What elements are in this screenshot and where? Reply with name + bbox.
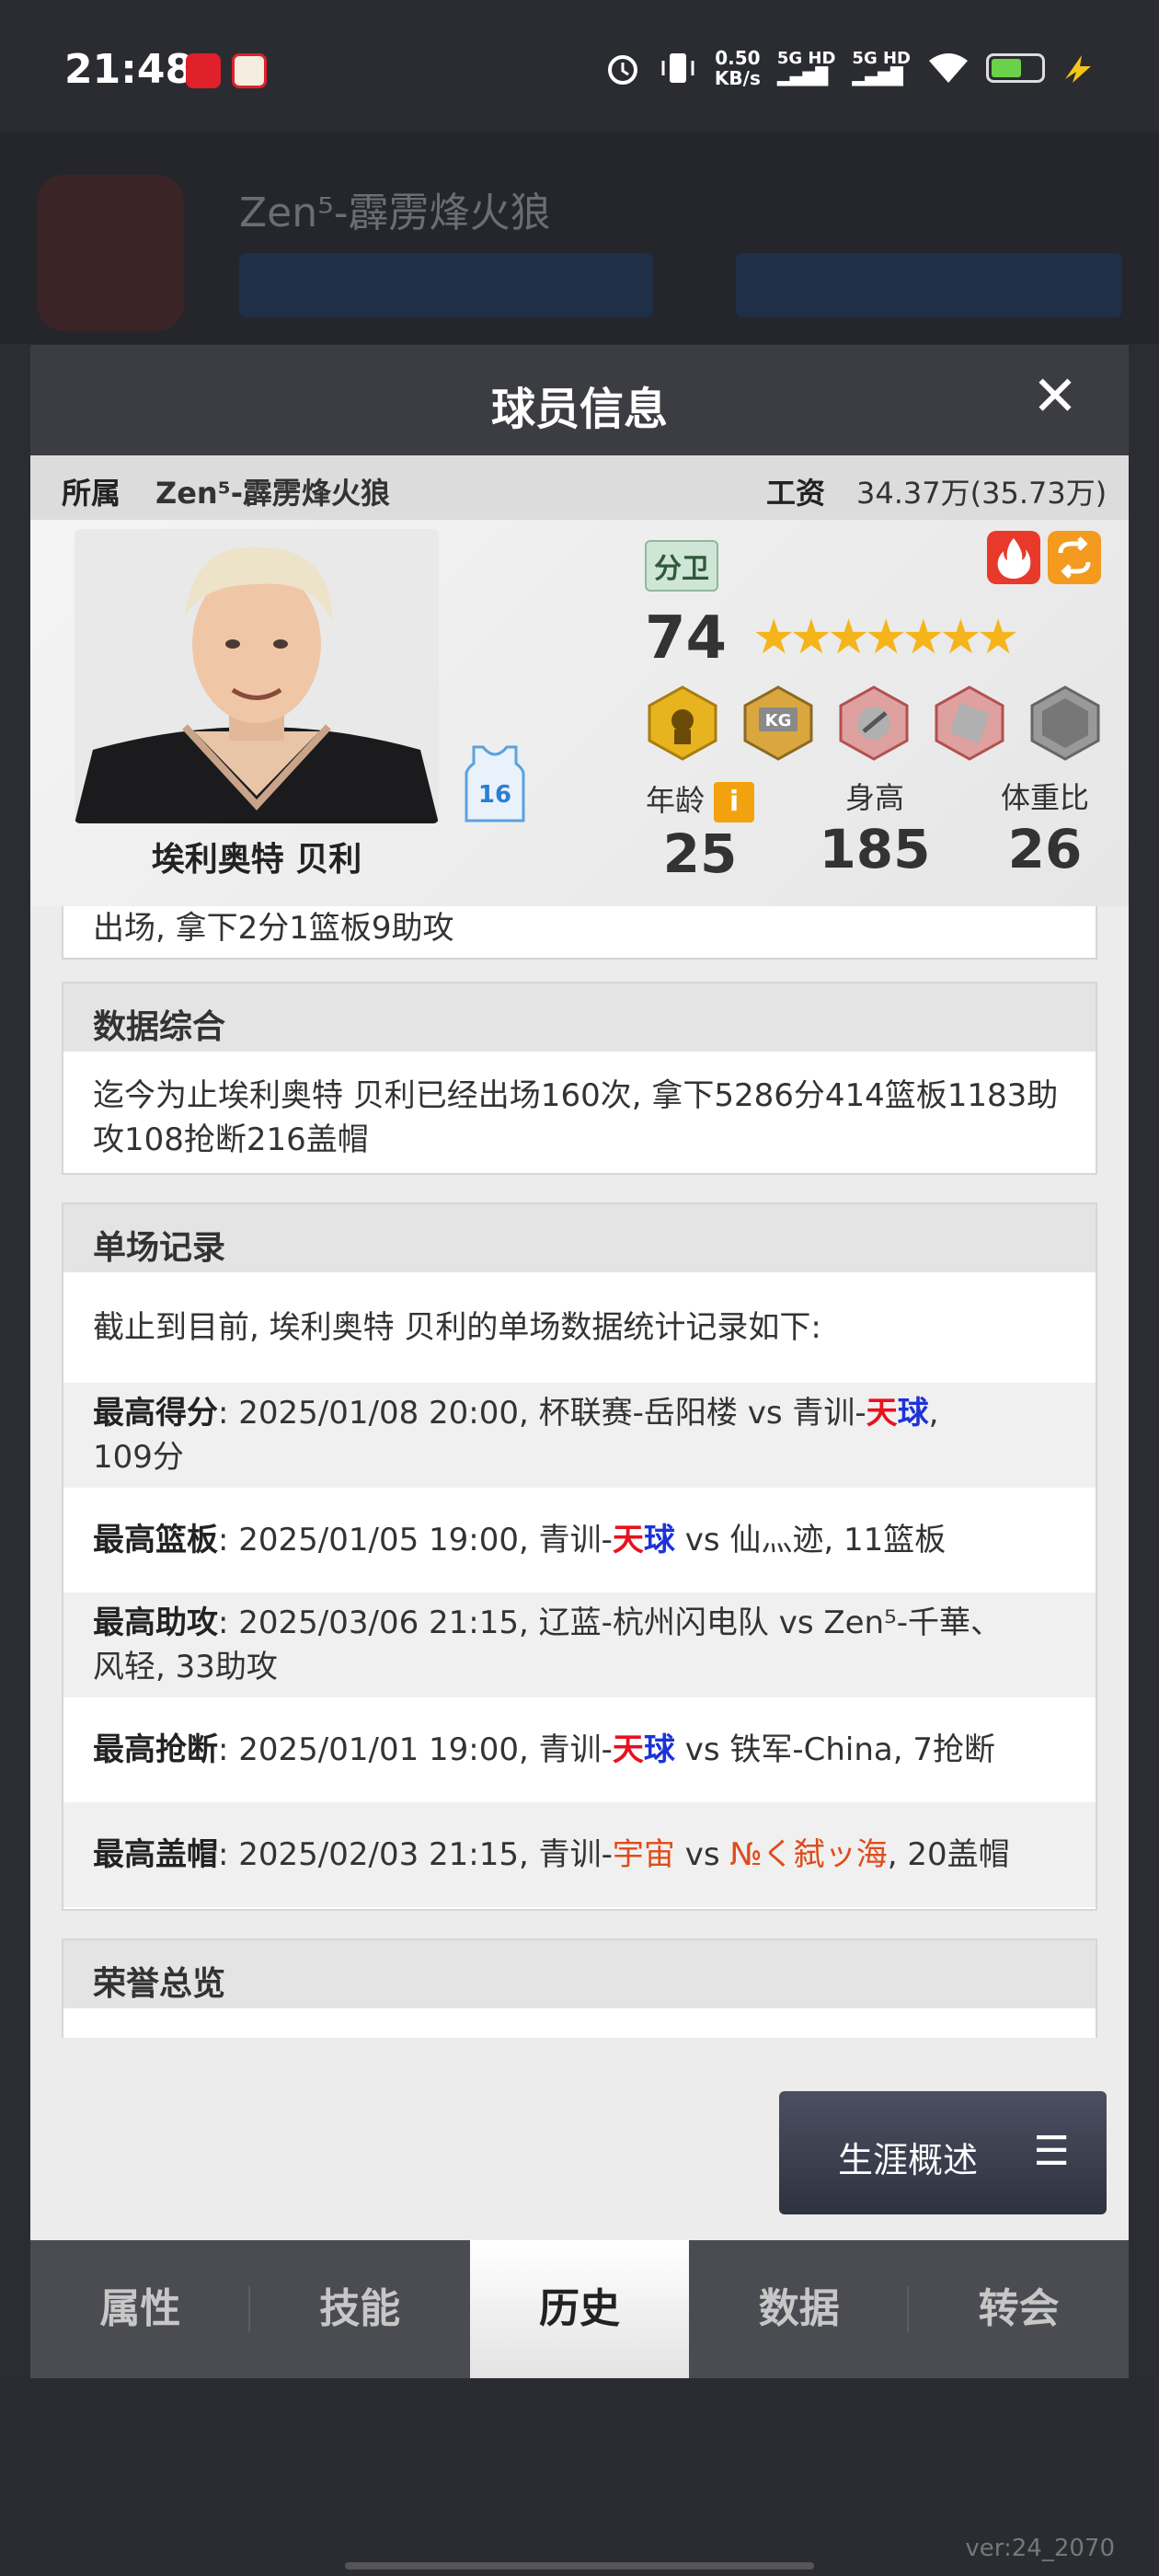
salary-value: 34.37万(35.73万) bbox=[856, 476, 1107, 511]
summary-text: 迄今为止埃利奥特 贝利已经出场160次, 拿下5286分414篮板1183助攻1… bbox=[93, 1077, 1059, 1158]
home-indicator[interactable] bbox=[345, 2562, 814, 2570]
vibrate-icon bbox=[661, 53, 694, 83]
signal-2: 5G HD ▂▄▆█ bbox=[852, 49, 911, 86]
age-label: 年龄 bbox=[645, 783, 705, 818]
record-row: 最高盖帽: 2025/02/03 21:15, 青训-宇宙 vs №く弑ッ海, … bbox=[63, 1802, 1096, 1907]
player-card: 16 埃利奥特 贝利 分卫 74 ★★★★★★★ KG 年龄 i 25 身高 1… bbox=[30, 520, 1129, 906]
skill-badge-empty-icon[interactable] bbox=[1027, 685, 1103, 761]
menu-icon: ☰ bbox=[1033, 2128, 1070, 2175]
stat-height: 身高 185 bbox=[801, 777, 948, 880]
record-row: 最高得分: 2025/01/08 20:00, 杯联赛-岳阳楼 vs 青训-天球… bbox=[63, 1383, 1096, 1488]
skill-badge-gold-icon[interactable] bbox=[645, 685, 720, 761]
skill-badge-handle-icon[interactable] bbox=[836, 685, 912, 761]
bmi-label: 体重比 bbox=[1000, 780, 1089, 815]
summary-section: 数据综合 迄今为止埃利奥特 贝利已经出场160次, 拿下5286分414篮板11… bbox=[62, 982, 1097, 1175]
skill-badge-defense-icon[interactable] bbox=[932, 685, 1007, 761]
tab-data[interactable]: 数据 bbox=[689, 2240, 910, 2378]
version-label: ver:24_2070 bbox=[965, 2535, 1115, 2562]
music-app-icon bbox=[186, 53, 221, 88]
player-stats: 年龄 i 25 身高 185 体重比 26 bbox=[626, 777, 1123, 906]
info-icon[interactable]: i bbox=[714, 782, 754, 822]
tab-transfer[interactable]: 转会 bbox=[909, 2240, 1129, 2378]
charging-icon bbox=[1065, 55, 1091, 83]
star-rating: ★★★★★★★ bbox=[752, 610, 1019, 665]
swap-icon[interactable] bbox=[1048, 531, 1101, 584]
honors-title: 荣誉总览 bbox=[63, 1940, 1096, 2008]
svg-text:KG: KG bbox=[765, 711, 792, 730]
battery-icon bbox=[986, 53, 1045, 83]
fire-icon[interactable] bbox=[987, 531, 1040, 584]
records-section: 单场记录 截止到目前, 埃利奥特 贝利的单场数据统计记录如下: 最高得分: 20… bbox=[62, 1202, 1097, 1911]
tab-history[interactable]: 历史 bbox=[469, 2240, 690, 2378]
coin-balance bbox=[239, 253, 653, 317]
records-title: 单场记录 bbox=[63, 1204, 1096, 1272]
clock: 21:48 bbox=[64, 46, 194, 93]
honors-section: 荣誉总览 bbox=[62, 1938, 1097, 2038]
record-row: 最高抢断: 2025/01/01 19:00, 青训-天球 vs 铁军-Chin… bbox=[93, 1731, 995, 1768]
career-button-label: 生涯概述 bbox=[838, 2140, 979, 2180]
signal-1: 5G HD ▂▄▆█ bbox=[776, 49, 836, 86]
wifi-icon bbox=[929, 53, 968, 83]
salary-label: 工资 bbox=[766, 476, 826, 511]
tab-bar: 属性 技能 历史 数据 转会 bbox=[30, 2240, 1129, 2378]
career-overview-button[interactable]: 生涯概述 ☰ bbox=[779, 2091, 1107, 2214]
modal-title: 球员信息 bbox=[490, 384, 668, 435]
record-row: 最高助攻: 2025/03/06 21:15, 辽蓝-杭州闪电队 vs Zen⁵… bbox=[63, 1593, 1096, 1697]
team-label: 所属 bbox=[62, 476, 121, 511]
history-scroll-area[interactable]: 出场, 拿下2分1篮板9助攻 数据综合 迄今为止埃利奥特 贝利已经出场160次,… bbox=[30, 906, 1129, 2038]
skill-badge-kg-icon[interactable]: KG bbox=[740, 685, 816, 761]
alarm-icon bbox=[607, 55, 637, 85]
skill-badges: KG bbox=[645, 685, 1103, 761]
player-info-modal: 球员信息 ✕ 所属 Zen⁵-霹雳烽火狼 工资 34.37万(35.73万) 1… bbox=[30, 345, 1129, 2378]
record-row: 最高篮板: 2025/01/05 19:00, 青训-天球 vs 仙灬迹, 11… bbox=[93, 1522, 947, 1558]
team-value: Zen⁵-霹雳烽火狼 bbox=[155, 476, 390, 511]
height-label: 身高 bbox=[844, 780, 904, 815]
bmi-value: 26 bbox=[1007, 818, 1083, 880]
height-value: 185 bbox=[819, 818, 931, 880]
jersey-icon: 16 bbox=[463, 745, 527, 822]
position-badge: 分卫 bbox=[645, 540, 718, 592]
modal-header: 球员信息 ✕ bbox=[30, 345, 1129, 455]
partial-text: 出场, 拿下2分1篮板9助攻 bbox=[93, 910, 454, 947]
player-avatar bbox=[75, 529, 439, 823]
shopping-app-icon bbox=[232, 53, 267, 88]
records-intro: 截止到目前, 埃利奥特 贝利的单场数据统计记录如下: bbox=[93, 1309, 821, 1346]
jersey-number: 16 bbox=[478, 781, 511, 809]
status-icons: 0.50 KB/s 5G HD ▂▄▆█ 5G HD ▂▄▆█ bbox=[604, 48, 1095, 88]
tab-skills[interactable]: 技能 bbox=[250, 2240, 470, 2378]
tab-attributes[interactable]: 属性 bbox=[30, 2240, 250, 2378]
stat-age: 年龄 i 25 bbox=[626, 777, 774, 885]
summary-title: 数据综合 bbox=[63, 983, 1096, 1052]
previous-section-tail: 出场, 拿下2分1篮板9助攻 bbox=[62, 906, 1097, 960]
age-value: 25 bbox=[662, 822, 738, 885]
network-speed: 0.50 KB/s bbox=[714, 47, 761, 89]
background-team-title: Zen⁵-霹雳烽火狼 bbox=[239, 190, 551, 236]
team-logo bbox=[37, 175, 184, 331]
gem-balance bbox=[736, 253, 1122, 317]
team-salary-row: 所属 Zen⁵-霹雳烽火狼 工资 34.37万(35.73万) bbox=[30, 455, 1129, 520]
status-bar: 21:48 0.50 KB/s 5G HD ▂▄▆█ 5G HD ▂▄▆█ bbox=[0, 0, 1159, 132]
close-button[interactable]: ✕ bbox=[1027, 369, 1083, 424]
stat-bmi: 体重比 26 bbox=[971, 777, 1119, 880]
player-name: 埃利奥特 贝利 bbox=[151, 841, 362, 879]
player-rating: 74 bbox=[645, 604, 728, 673]
